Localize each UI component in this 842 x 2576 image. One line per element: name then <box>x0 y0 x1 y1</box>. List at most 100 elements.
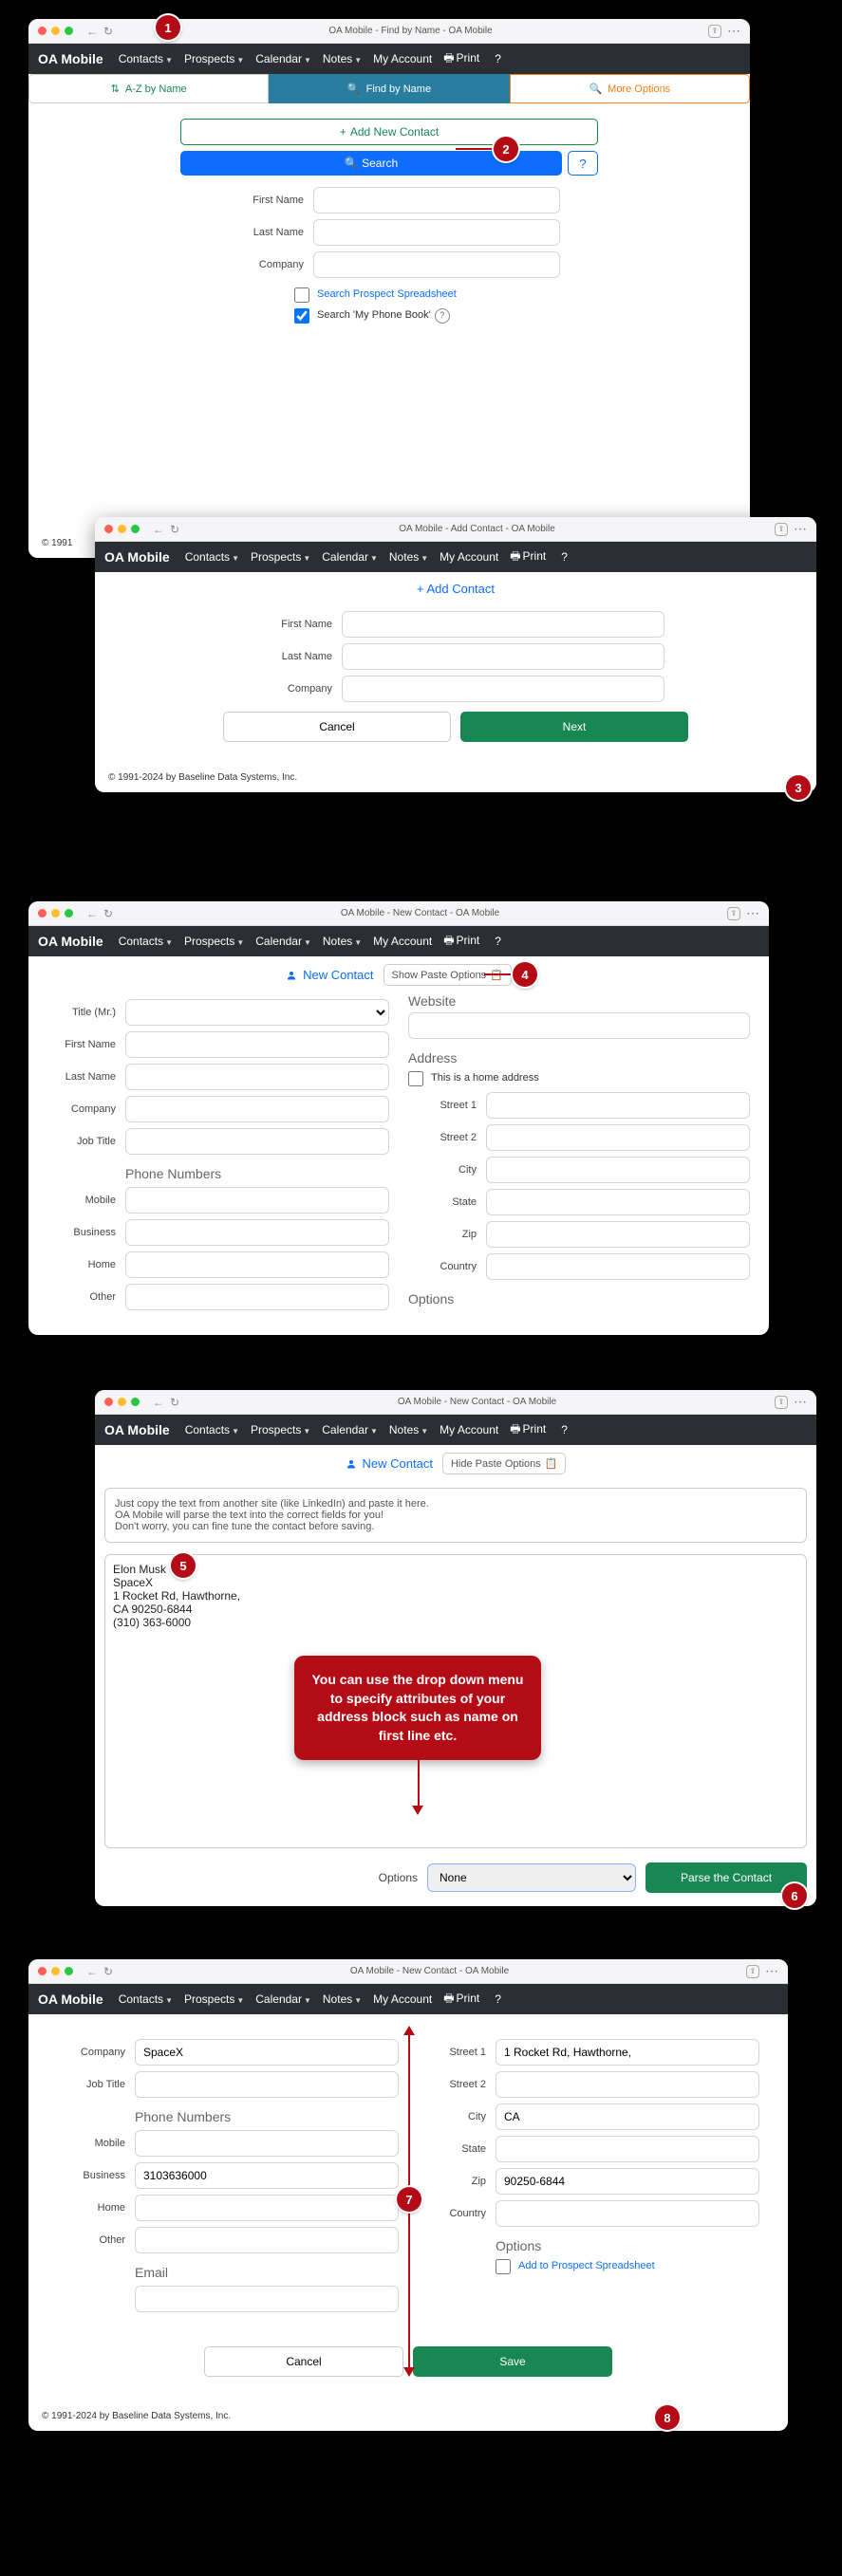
menu-calendar[interactable]: Calendar▼ <box>252 1989 315 2010</box>
menu-contacts[interactable]: Contacts▼ <box>181 1419 243 1440</box>
parse-contact-button[interactable]: Parse the Contact <box>646 1863 807 1893</box>
company-field[interactable] <box>342 676 664 702</box>
other-field[interactable] <box>125 1284 389 1310</box>
menu-myaccount[interactable]: My Account <box>369 931 436 952</box>
menu-print[interactable]: 🖶Print <box>440 928 483 955</box>
first-name-field[interactable] <box>313 187 560 213</box>
reload-icon[interactable]: ↻ <box>103 907 113 920</box>
menu-help[interactable]: ? <box>491 48 505 69</box>
brand[interactable]: OA Mobile <box>38 1992 103 2007</box>
website-field[interactable] <box>408 1012 750 1039</box>
city-field[interactable] <box>486 1157 750 1183</box>
more-icon[interactable]: ⋯ <box>727 25 740 38</box>
help-icon[interactable]: ? <box>435 308 450 324</box>
more-icon[interactable]: ⋯ <box>794 523 807 536</box>
menu-calendar[interactable]: Calendar▼ <box>252 931 315 952</box>
country-field[interactable] <box>496 2200 759 2227</box>
home-field[interactable] <box>135 2195 399 2221</box>
share-icon[interactable]: ⇪ <box>775 523 788 536</box>
email-field[interactable] <box>135 2286 399 2312</box>
first-name-field[interactable] <box>125 1031 389 1058</box>
tab-az-by-name[interactable]: ⇅A-Z by Name <box>28 74 269 103</box>
more-icon[interactable]: ⋯ <box>746 907 759 920</box>
tab-more-options[interactable]: 🔍More Options <box>510 74 750 103</box>
search-prospect-checkbox[interactable] <box>294 287 309 303</box>
street1-field[interactable] <box>486 1092 750 1119</box>
company-field[interactable] <box>313 251 560 278</box>
mobile-field[interactable] <box>135 2130 399 2157</box>
home-field[interactable] <box>125 1251 389 1278</box>
state-field[interactable] <box>486 1189 750 1215</box>
menu-prospects[interactable]: Prospects▼ <box>247 1419 314 1440</box>
menu-notes[interactable]: Notes▼ <box>319 931 365 952</box>
menu-contacts[interactable]: Contacts▼ <box>115 931 177 952</box>
menu-print[interactable]: 🖶Print <box>440 1986 483 2013</box>
menu-prospects[interactable]: Prospects▼ <box>180 1989 248 2010</box>
window-controls[interactable] <box>104 525 140 533</box>
menu-calendar[interactable]: Calendar▼ <box>252 48 315 69</box>
menu-calendar[interactable]: Calendar▼ <box>318 547 382 567</box>
menu-help[interactable]: ? <box>491 1989 505 2010</box>
window-controls[interactable] <box>38 27 73 35</box>
company-field[interactable] <box>135 2039 399 2066</box>
more-icon[interactable]: ⋯ <box>794 1396 807 1409</box>
window-controls[interactable] <box>104 1398 140 1406</box>
reload-icon[interactable]: ↻ <box>170 1396 179 1409</box>
menu-notes[interactable]: Notes▼ <box>385 1419 432 1440</box>
country-field[interactable] <box>486 1253 750 1280</box>
menu-contacts[interactable]: Contacts▼ <box>115 48 177 69</box>
last-name-field[interactable] <box>342 643 664 670</box>
cancel-button[interactable]: Cancel <box>223 712 451 742</box>
next-button[interactable]: Next <box>460 712 688 742</box>
share-icon[interactable]: ⇪ <box>775 1396 788 1409</box>
last-name-field[interactable] <box>125 1064 389 1090</box>
menu-notes[interactable]: Notes▼ <box>319 1989 365 2010</box>
nav-back-icon[interactable]: ← <box>86 907 98 920</box>
window-controls[interactable] <box>38 909 73 917</box>
menu-myaccount[interactable]: My Account <box>369 48 436 69</box>
menu-help[interactable]: ? <box>557 547 571 567</box>
tab-find-by-name[interactable]: 🔍Find by Name <box>269 74 509 103</box>
brand[interactable]: OA Mobile <box>38 51 103 66</box>
reload-icon[interactable]: ↻ <box>103 1965 113 1978</box>
company-field[interactable] <box>125 1096 389 1122</box>
street2-field[interactable] <box>496 2071 759 2098</box>
brand[interactable]: OA Mobile <box>104 1422 170 1437</box>
hide-paste-options-button[interactable]: Hide Paste Options 📋 <box>442 1453 566 1474</box>
options-select[interactable]: None <box>427 1863 636 1892</box>
reload-icon[interactable]: ↻ <box>170 523 179 536</box>
mobile-field[interactable] <box>125 1187 389 1214</box>
city-field[interactable] <box>496 2103 759 2130</box>
share-icon[interactable]: ⇪ <box>708 25 721 38</box>
brand[interactable]: OA Mobile <box>104 549 170 565</box>
share-icon[interactable]: ⇪ <box>746 1965 759 1978</box>
menu-prospects[interactable]: Prospects▼ <box>247 547 314 567</box>
other-field[interactable] <box>135 2227 399 2253</box>
menu-notes[interactable]: Notes▼ <box>385 547 432 567</box>
menu-print[interactable]: 🖶Print <box>506 544 550 571</box>
cancel-button[interactable]: Cancel <box>204 2346 403 2377</box>
street1-field[interactable] <box>496 2039 759 2066</box>
menu-myaccount[interactable]: My Account <box>436 1419 502 1440</box>
business-field[interactable] <box>135 2162 399 2189</box>
reload-icon[interactable]: ↻ <box>103 25 113 38</box>
add-prospect-checkbox[interactable] <box>496 2259 511 2274</box>
brand[interactable]: OA Mobile <box>38 934 103 949</box>
business-field[interactable] <box>125 1219 389 1246</box>
window-controls[interactable] <box>38 1967 73 1975</box>
search-help-button[interactable]: ? <box>568 151 598 176</box>
more-icon[interactable]: ⋯ <box>765 1965 778 1978</box>
menu-help[interactable]: ? <box>557 1419 571 1440</box>
save-button[interactable]: Save <box>413 2346 612 2377</box>
last-name-field[interactable] <box>313 219 560 246</box>
nav-back-icon[interactable]: ← <box>86 1965 98 1978</box>
menu-prospects[interactable]: Prospects▼ <box>180 931 248 952</box>
menu-myaccount[interactable]: My Account <box>369 1989 436 2010</box>
nav-back-icon[interactable]: ← <box>153 523 164 536</box>
add-new-contact-button[interactable]: +Add New Contact <box>180 119 598 145</box>
menu-contacts[interactable]: Contacts▼ <box>115 1989 177 2010</box>
menu-help[interactable]: ? <box>491 931 505 952</box>
first-name-field[interactable] <box>342 611 664 638</box>
nav-back-icon[interactable]: ← <box>86 25 98 38</box>
search-phonebook-checkbox[interactable] <box>294 308 309 324</box>
